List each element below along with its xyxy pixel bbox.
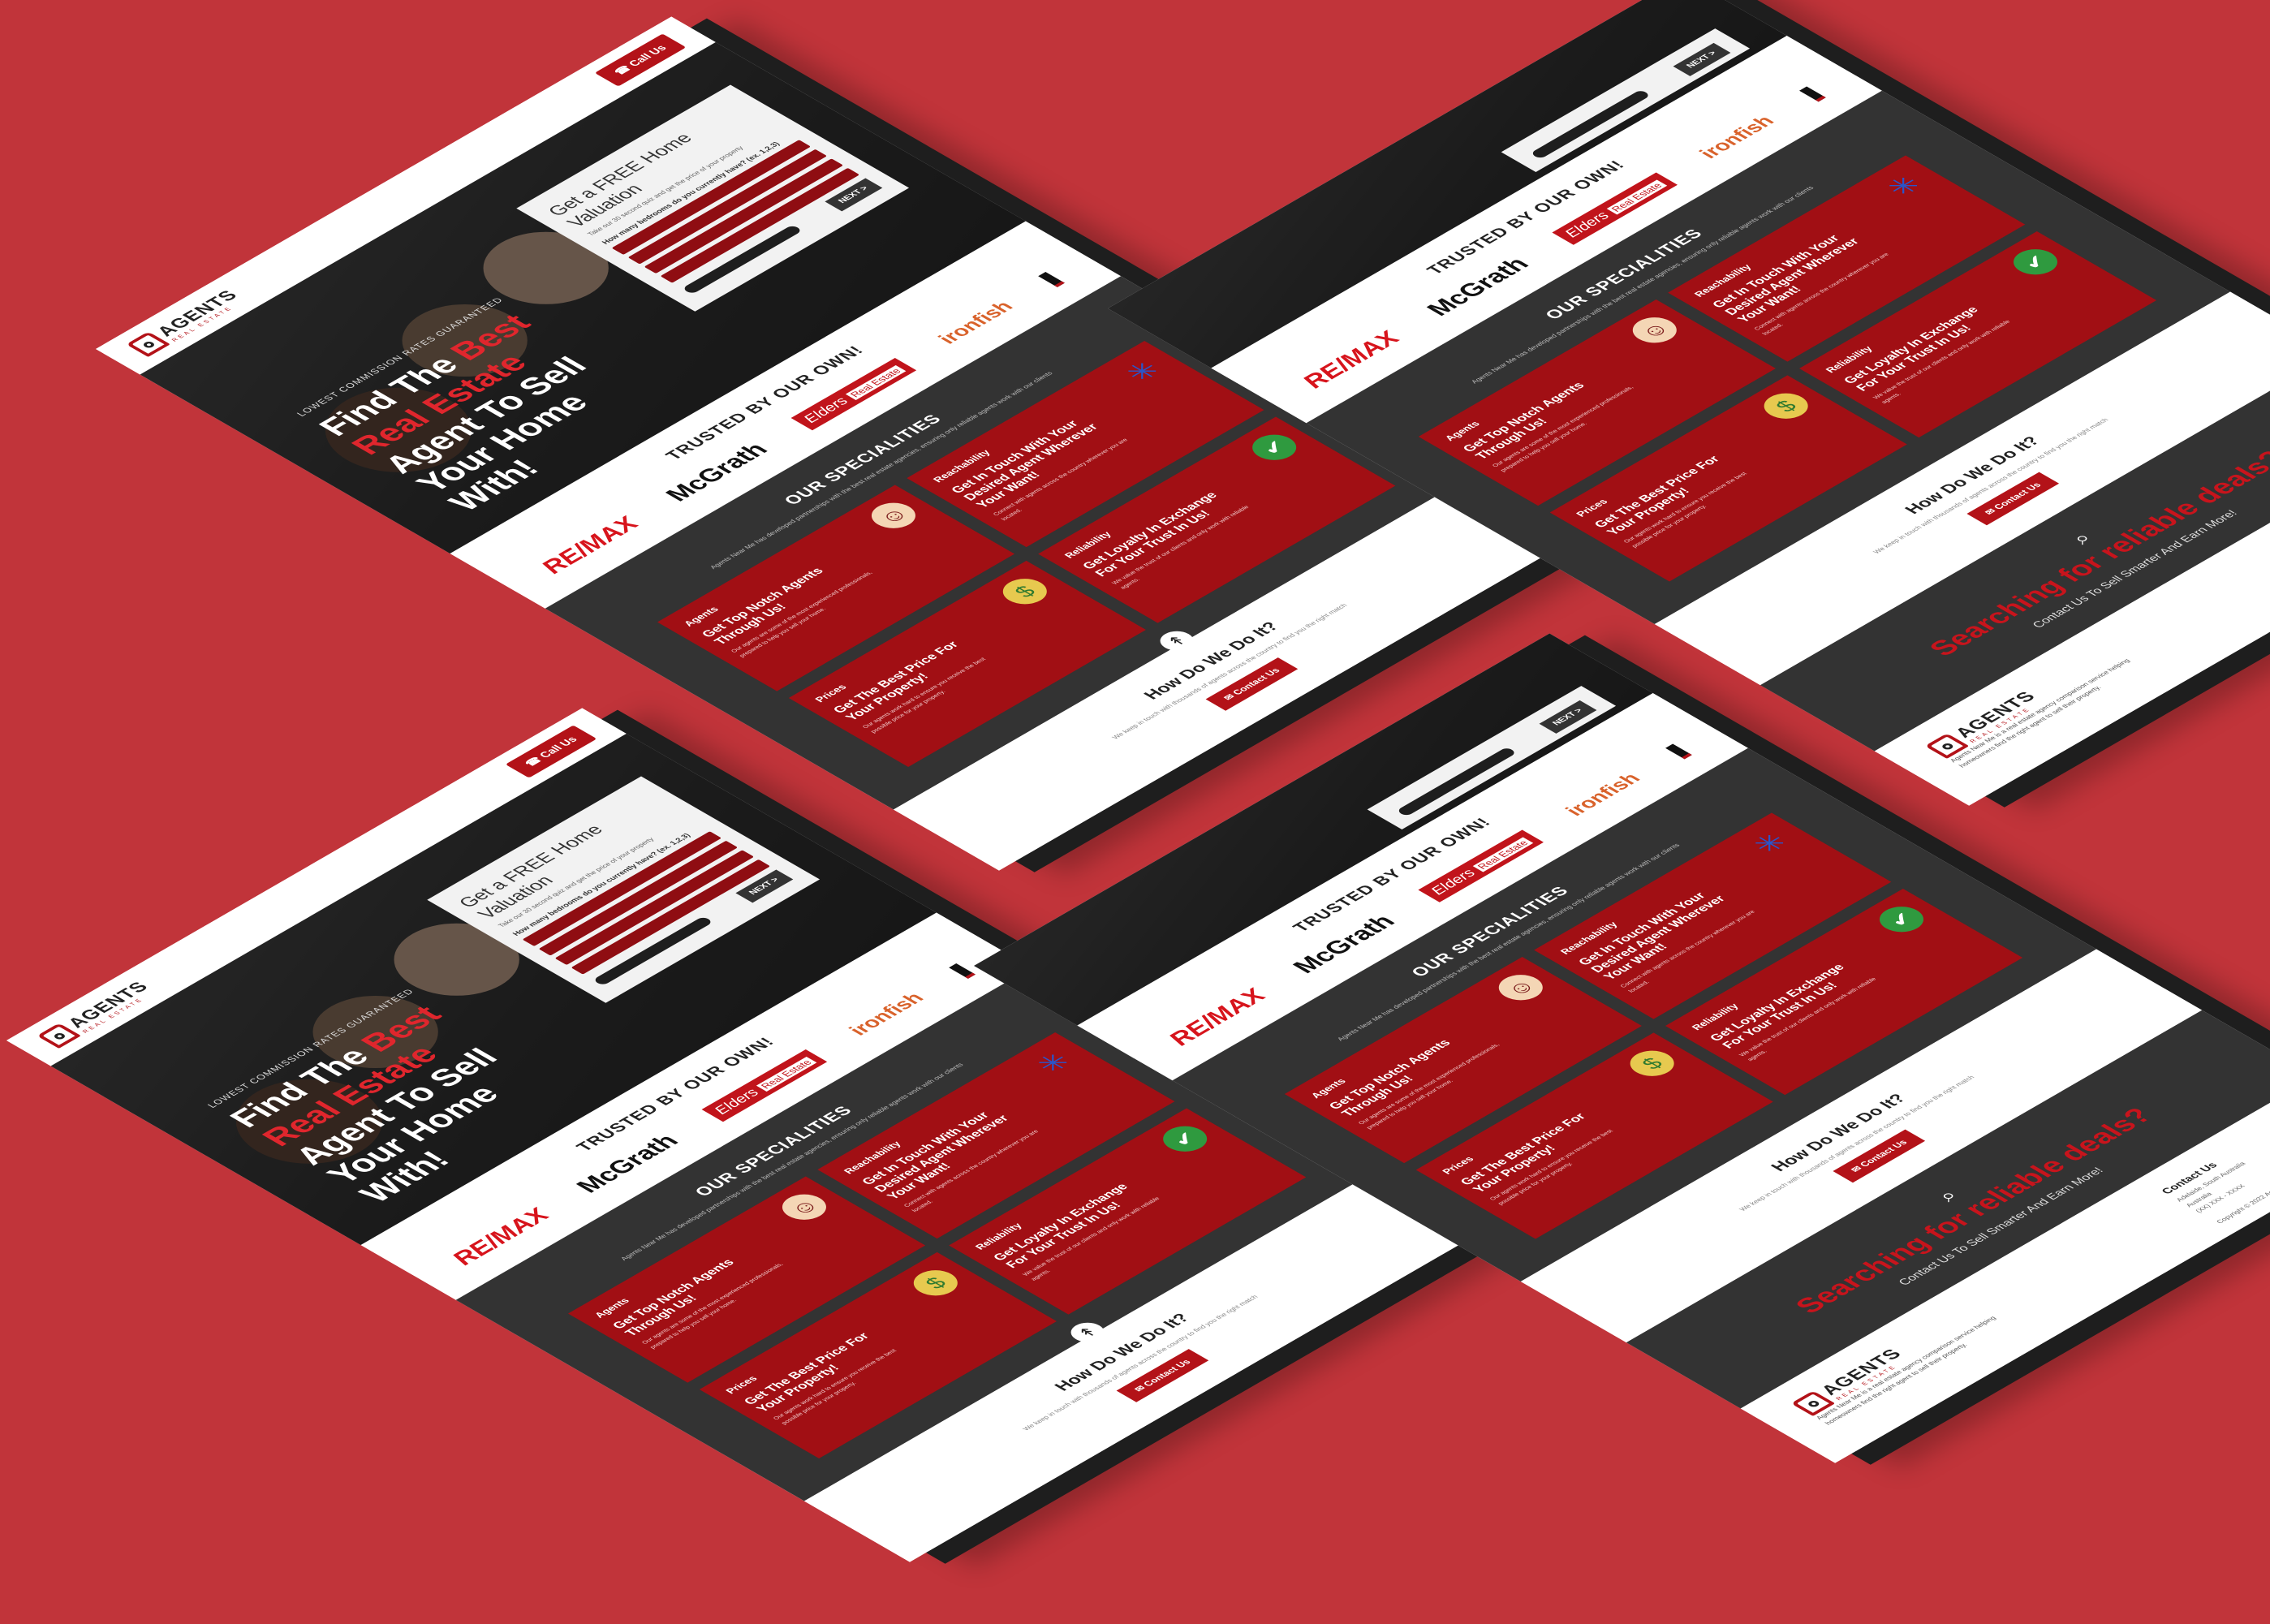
elders-name: Elders: [1426, 866, 1480, 897]
elders-sub: Real Estate: [756, 1056, 816, 1092]
network-icon: ✳: [1743, 828, 1797, 859]
bookmark-logo-icon: [1798, 86, 1826, 102]
call-us-label: Call Us: [536, 734, 580, 760]
money-icon: $: [993, 573, 1056, 610]
badge-icon: ✔: [1153, 1121, 1217, 1157]
elders-name: Elders: [799, 394, 852, 425]
badge-icon: ✔: [1243, 429, 1306, 466]
contact-us-label: Contact Us: [1230, 666, 1283, 697]
money-icon: $: [1755, 388, 1817, 424]
bookmark-logo-icon: [948, 963, 976, 980]
contact-us-label: Contact Us: [1141, 1358, 1194, 1389]
call-us-label: Call Us: [625, 43, 670, 69]
agent-avatar-icon: ☺: [862, 498, 925, 534]
elders-name: Elders: [1560, 209, 1613, 239]
contact-us-label: Contact Us: [1858, 1139, 1910, 1169]
network-icon: ✳: [1027, 1047, 1080, 1079]
bookmark-logo-icon: [1037, 272, 1065, 288]
network-icon: ✳: [1877, 170, 1931, 201]
badge-icon: ✔: [1870, 901, 1933, 937]
elders-sub: Real Estate: [845, 364, 906, 400]
agent-avatar-icon: ☺: [773, 1189, 836, 1226]
bookmark-logo-icon: [1665, 743, 1692, 760]
elders-sub: Real Estate: [1471, 837, 1533, 872]
money-icon: $: [1621, 1045, 1683, 1082]
money-icon: $: [904, 1264, 967, 1301]
badge-icon: ✔: [2004, 243, 2067, 280]
contact-us-label: Contact Us: [1992, 481, 2044, 511]
network-icon: ✳: [1116, 355, 1169, 387]
agent-avatar-icon: ☺: [1489, 969, 1552, 1006]
elders-name: Elders: [709, 1086, 763, 1117]
agent-avatar-icon: ☺: [1623, 312, 1686, 348]
elders-sub: Real Estate: [1605, 179, 1667, 215]
